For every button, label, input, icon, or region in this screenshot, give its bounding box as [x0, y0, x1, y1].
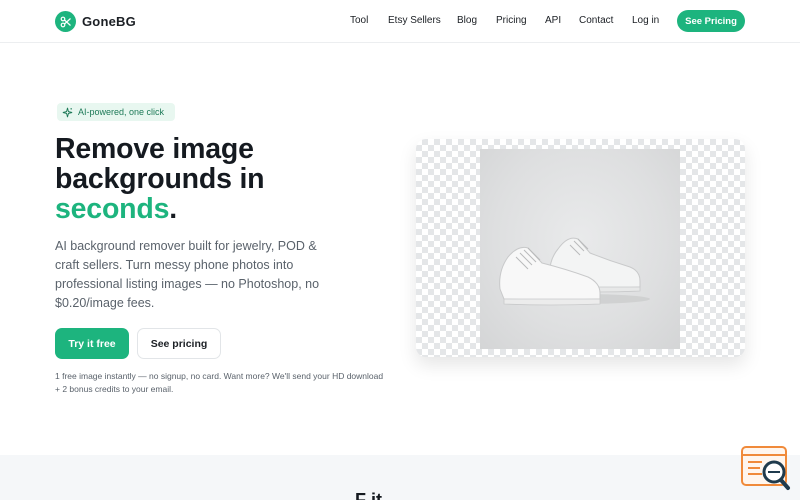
- sparkle-icon: [62, 107, 73, 117]
- scissors-logo-icon: [55, 11, 76, 32]
- features-section: [0, 455, 800, 500]
- nav-link-pricing[interactable]: Pricing: [496, 15, 527, 26]
- chat-search-widget[interactable]: [740, 444, 792, 492]
- badge-label: AI-powered, one click: [78, 107, 165, 117]
- sneaker-image: [499, 237, 650, 306]
- nav-link-login[interactable]: Log in: [632, 15, 659, 26]
- ai-badge: AI-powered, one click: [57, 103, 175, 121]
- product-photo: [480, 149, 680, 349]
- before-after-preview: [416, 139, 745, 357]
- hero-title-line2: backgrounds in: [55, 163, 265, 195]
- top-nav: GoneBG Tool Etsy Sellers Blog Pricing AP…: [0, 0, 800, 43]
- nav-link-blog[interactable]: Blog: [457, 15, 477, 26]
- brand-name: GoneBG: [82, 14, 136, 29]
- chat-search-icon: [741, 446, 790, 490]
- features-heading-partial: F it: [355, 490, 382, 500]
- free-image-note: 1 free image instantly — no signup, no c…: [55, 371, 384, 394]
- try-it-free-button[interactable]: Try it free: [55, 328, 129, 359]
- nav-link-etsy-sellers[interactable]: Etsy Sellers: [388, 15, 441, 26]
- hero-title: Remove image backgrounds in seconds.: [55, 134, 375, 224]
- hero-title-period: .: [169, 193, 177, 225]
- see-pricing-nav-button[interactable]: See Pricing: [677, 10, 745, 32]
- nav-link-tool[interactable]: Tool: [350, 15, 368, 26]
- hero-subtitle: AI background remover built for jewelry,…: [55, 239, 320, 310]
- nav-link-api[interactable]: API: [545, 15, 561, 26]
- nav-link-contact[interactable]: Contact: [579, 15, 613, 26]
- hero-title-accent: seconds: [55, 193, 170, 225]
- see-pricing-button[interactable]: See pricing: [137, 328, 221, 359]
- hero-title-line1: Remove image: [55, 133, 254, 165]
- brand[interactable]: GoneBG: [55, 11, 136, 32]
